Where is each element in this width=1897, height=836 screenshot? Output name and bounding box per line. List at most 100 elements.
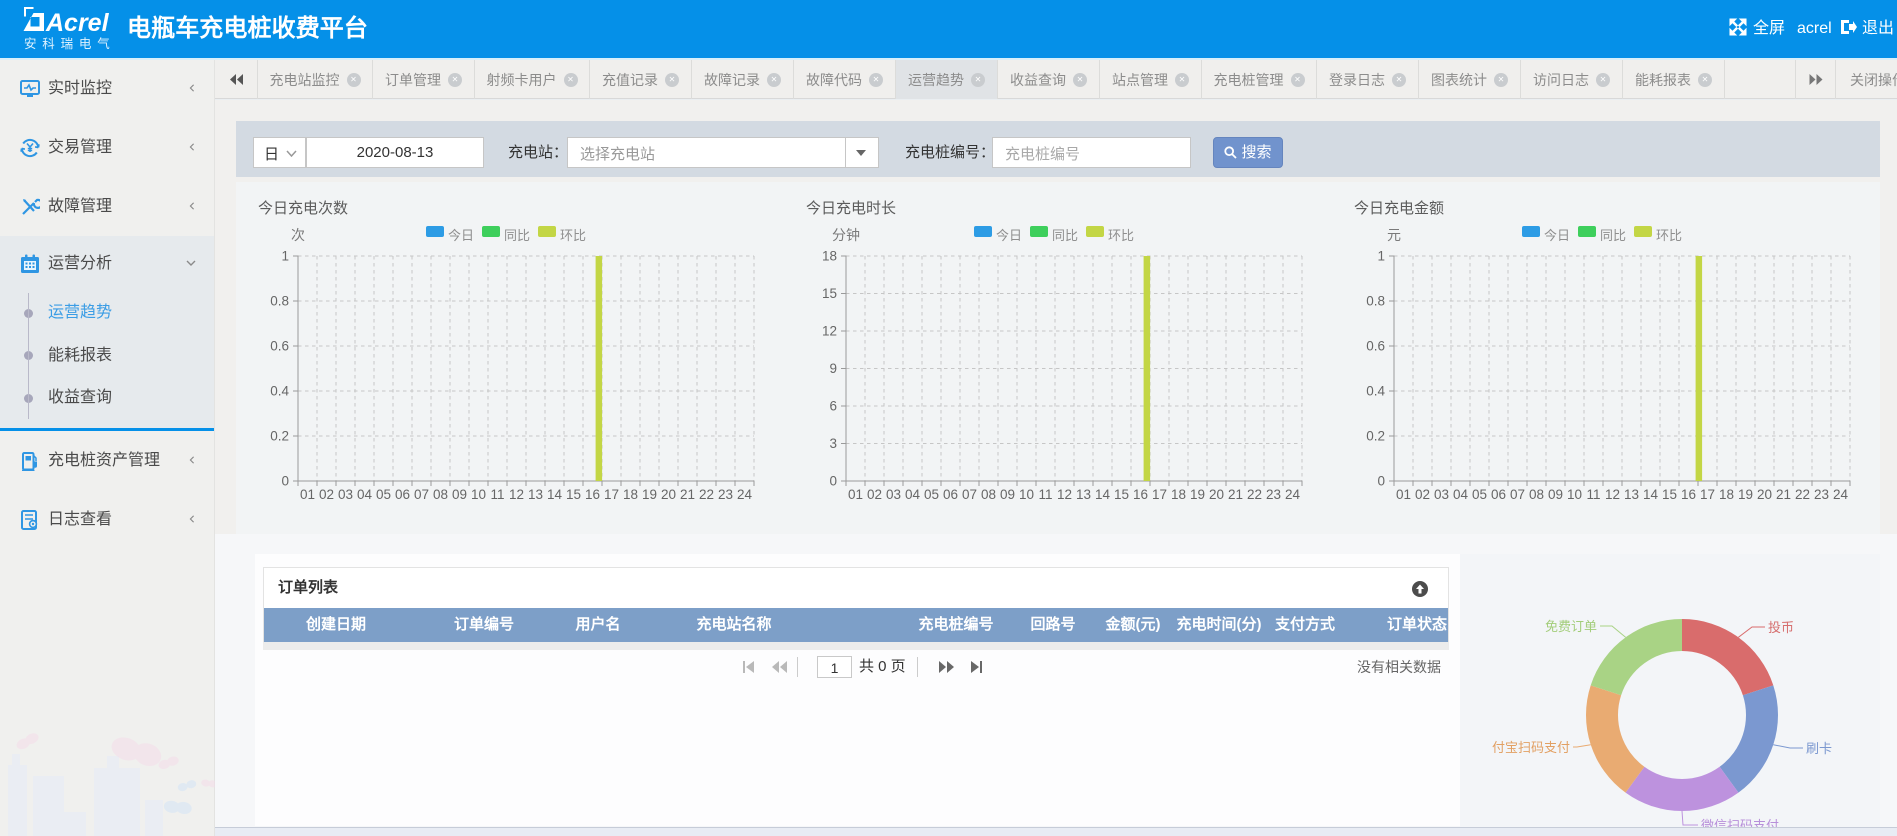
svg-text:12: 12 <box>1057 487 1072 502</box>
svg-text:14: 14 <box>1643 487 1659 502</box>
svg-text:02: 02 <box>867 487 882 502</box>
svg-text:06: 06 <box>943 487 958 502</box>
svg-text:02: 02 <box>1415 487 1430 502</box>
svg-text:0.4: 0.4 <box>1366 384 1385 399</box>
svg-text:02: 02 <box>319 487 334 502</box>
svg-text:0: 0 <box>281 474 289 489</box>
svg-text:今日: 今日 <box>448 228 474 243</box>
svg-text:6: 6 <box>829 399 837 414</box>
svg-text:14: 14 <box>547 487 563 502</box>
svg-text:03: 03 <box>1434 487 1449 502</box>
svg-text:同比: 同比 <box>1600 228 1626 243</box>
svg-text:22: 22 <box>1795 487 1810 502</box>
svg-text:05: 05 <box>376 487 391 502</box>
svg-text:22: 22 <box>699 487 714 502</box>
svg-text:免费订单: 免费订单 <box>1545 619 1597 634</box>
svg-text:18: 18 <box>1171 487 1186 502</box>
svg-text:1: 1 <box>281 249 289 264</box>
svg-text:21: 21 <box>1228 487 1243 502</box>
svg-text:01: 01 <box>300 487 315 502</box>
svg-text:23: 23 <box>718 487 733 502</box>
svg-text:11: 11 <box>1586 487 1600 502</box>
svg-text:15: 15 <box>1114 487 1129 502</box>
svg-text:18: 18 <box>623 487 638 502</box>
svg-text:15: 15 <box>1662 487 1677 502</box>
svg-text:13: 13 <box>1076 487 1091 502</box>
svg-text:0: 0 <box>1377 474 1385 489</box>
svg-text:0.2: 0.2 <box>270 429 289 444</box>
svg-text:0.8: 0.8 <box>1366 294 1385 309</box>
svg-text:16: 16 <box>1681 487 1696 502</box>
svg-text:22: 22 <box>1247 487 1262 502</box>
svg-text:19: 19 <box>1190 487 1205 502</box>
svg-text:08: 08 <box>1529 487 1544 502</box>
svg-text:23: 23 <box>1814 487 1829 502</box>
svg-text:安科瑞电气: 安科瑞电气 <box>24 36 116 51</box>
svg-text:12: 12 <box>1605 487 1620 502</box>
svg-text:23: 23 <box>1266 487 1281 502</box>
svg-text:04: 04 <box>905 487 921 502</box>
svg-text:今日: 今日 <box>1544 228 1570 243</box>
svg-text:0.8: 0.8 <box>270 294 289 309</box>
svg-text:今日充电金额: 今日充电金额 <box>1354 200 1444 217</box>
svg-text:3: 3 <box>829 436 837 451</box>
svg-text:19: 19 <box>1738 487 1753 502</box>
svg-text:20: 20 <box>1757 487 1772 502</box>
svg-text:元: 元 <box>1387 227 1401 243</box>
svg-text:05: 05 <box>924 487 939 502</box>
svg-text:19: 19 <box>642 487 657 502</box>
svg-text:20: 20 <box>1209 487 1224 502</box>
svg-text:14: 14 <box>1095 487 1111 502</box>
svg-text:09: 09 <box>1548 487 1563 502</box>
svg-text:16: 16 <box>1133 487 1148 502</box>
svg-text:15: 15 <box>822 286 837 301</box>
svg-text:07: 07 <box>414 487 429 502</box>
svg-text:06: 06 <box>395 487 410 502</box>
svg-text:10: 10 <box>1567 487 1582 502</box>
svg-text:24: 24 <box>737 487 753 502</box>
svg-text:同比: 同比 <box>1052 228 1078 243</box>
svg-text:0.6: 0.6 <box>1366 339 1385 354</box>
svg-text:同比: 同比 <box>504 228 530 243</box>
svg-text:10: 10 <box>1019 487 1034 502</box>
svg-text:10: 10 <box>471 487 486 502</box>
svg-text:09: 09 <box>1000 487 1015 502</box>
svg-text:11: 11 <box>1038 487 1052 502</box>
svg-text:0.4: 0.4 <box>270 384 289 399</box>
svg-text:08: 08 <box>981 487 996 502</box>
svg-text:16: 16 <box>585 487 600 502</box>
svg-text:付宝扫码支付: 付宝扫码支付 <box>1492 740 1570 755</box>
svg-text:今日: 今日 <box>996 228 1022 243</box>
svg-text:12: 12 <box>822 324 837 339</box>
svg-text:环比: 环比 <box>560 228 586 243</box>
svg-text:21: 21 <box>680 487 695 502</box>
svg-text:投币: 投币 <box>1768 620 1794 635</box>
svg-text:20: 20 <box>661 487 676 502</box>
svg-text:次: 次 <box>291 227 305 243</box>
svg-text:今日充电次数: 今日充电次数 <box>258 200 348 217</box>
svg-text:17: 17 <box>1152 487 1167 502</box>
svg-text:04: 04 <box>1453 487 1469 502</box>
svg-text:17: 17 <box>604 487 619 502</box>
svg-text:08: 08 <box>433 487 448 502</box>
svg-text:04: 04 <box>357 487 373 502</box>
svg-text:03: 03 <box>338 487 353 502</box>
svg-text:0.6: 0.6 <box>270 339 289 354</box>
svg-text:今日充电时长: 今日充电时长 <box>806 200 896 217</box>
svg-text:Acrel: Acrel <box>45 9 110 37</box>
svg-text:0.2: 0.2 <box>1366 429 1385 444</box>
svg-text:17: 17 <box>1700 487 1715 502</box>
svg-text:07: 07 <box>1510 487 1525 502</box>
svg-text:24: 24 <box>1285 487 1301 502</box>
svg-text:05: 05 <box>1472 487 1487 502</box>
svg-text:01: 01 <box>848 487 863 502</box>
svg-text:环比: 环比 <box>1656 228 1682 243</box>
svg-text:分钟: 分钟 <box>832 227 860 243</box>
svg-text:11: 11 <box>490 487 504 502</box>
svg-text:15: 15 <box>566 487 581 502</box>
svg-text:21: 21 <box>1776 487 1791 502</box>
svg-text:06: 06 <box>1491 487 1506 502</box>
svg-text:13: 13 <box>528 487 543 502</box>
svg-text:18: 18 <box>822 249 837 264</box>
svg-text:13: 13 <box>1624 487 1639 502</box>
